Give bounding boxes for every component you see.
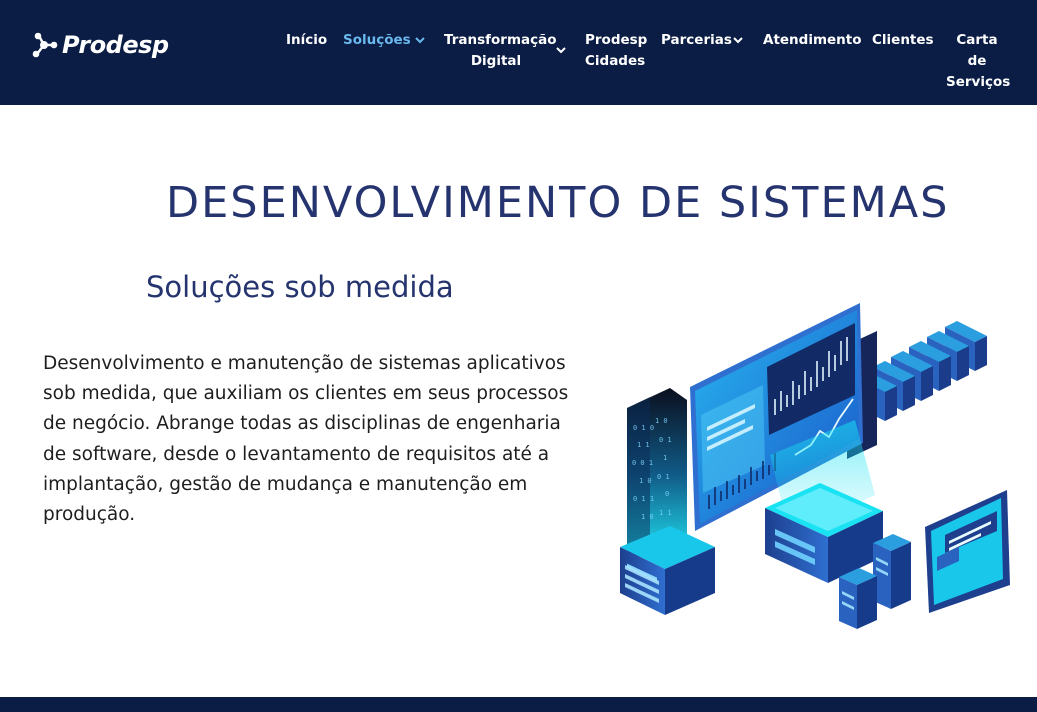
description-paragraph: Desenvolvimento e manutenção de sistemas…: [43, 353, 569, 526]
nav-item-label-line2: Digital: [470, 53, 522, 69]
main-navigation: Início Soluções Transformação Digital Pr…: [0, 30, 1037, 90]
section-subtitle: Soluções sob medida: [146, 270, 454, 304]
nav-item-label-line1: Prodesp: [585, 32, 648, 48]
page-title: DESENVOLVIMENTO DE SISTEMAS: [166, 178, 950, 228]
nav-item-clientes[interactable]: Clientes: [872, 30, 934, 51]
nav-item-label: Início: [286, 32, 328, 48]
nav-item-transformacao-digital[interactable]: Transformação Digital: [444, 30, 566, 72]
chevron-down-icon: [556, 47, 566, 54]
svg-text:0 0 1: 0 0 1: [632, 459, 653, 467]
svg-text:0 1 0: 0 1 0: [633, 424, 654, 432]
nav-item-inicio[interactable]: Início: [286, 30, 327, 51]
svg-text:1 0: 1 0: [639, 477, 652, 485]
nav-item-atendimento[interactable]: Atendimento: [763, 30, 862, 51]
chevron-down-icon: [415, 37, 425, 44]
svg-text:0: 0: [665, 490, 669, 498]
nav-item-label: Clientes: [872, 32, 934, 48]
footer-bar: [0, 697, 1037, 712]
svg-text:0 1: 0 1: [659, 436, 672, 444]
nav-item-label: Parcerias: [661, 32, 732, 48]
svg-text:1 0: 1 0: [655, 417, 668, 425]
tablet-device: [925, 490, 1010, 613]
svg-text:0 1: 0 1: [657, 473, 670, 481]
svg-text:1 1: 1 1: [659, 509, 672, 517]
svg-text:1 1: 1 1: [637, 441, 650, 449]
svg-text:1 0: 1 0: [641, 513, 654, 521]
nav-item-parcerias[interactable]: Parcerias: [661, 30, 743, 51]
chevron-down-icon: [733, 37, 743, 44]
nav-item-label: Soluções: [343, 32, 411, 48]
nav-item-label: Atendimento: [763, 32, 862, 48]
site-header: Prodesp Início Soluções Transformação Di…: [0, 0, 1037, 105]
isometric-data-center-illustration: 0 1 01 0 1 10 1 0 0 11 1 00 1 0 1 10 1 0…: [620, 303, 1010, 629]
svg-text:1: 1: [663, 454, 667, 462]
nav-item-label-line1: Transformação: [444, 32, 557, 48]
svg-text:0 1 1: 0 1 1: [633, 495, 654, 503]
nav-item-label-line1: Carta de: [956, 32, 998, 69]
nav-item-prodesp-cidades[interactable]: Prodesp Cidades: [585, 30, 648, 72]
nav-item-carta-de-servicos[interactable]: Carta de Serviços: [946, 30, 1011, 93]
nav-item-solucoes[interactable]: Soluções: [343, 30, 425, 51]
nav-item-label-line2: Serviços: [946, 74, 1011, 90]
nav-item-label-line2: Cidades: [585, 53, 646, 69]
